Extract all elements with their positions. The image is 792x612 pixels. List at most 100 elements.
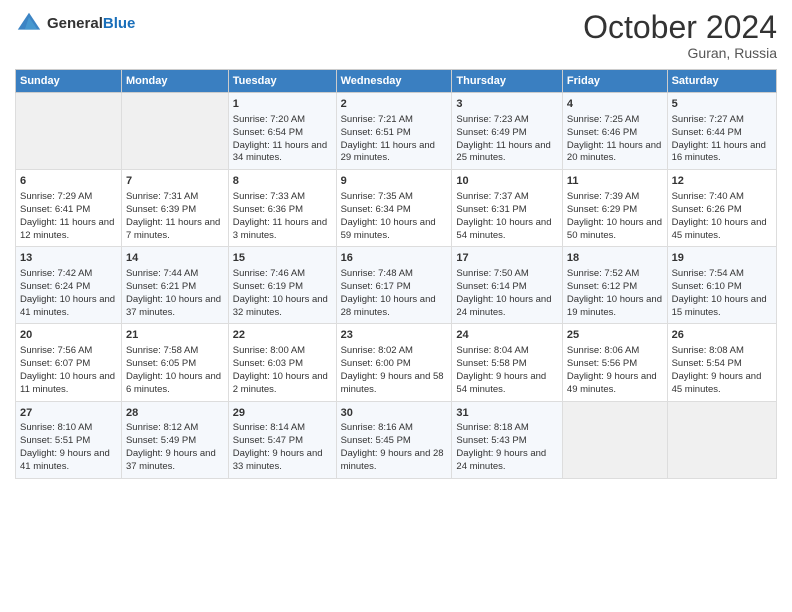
cell-text: Sunrise: 7:33 AM bbox=[233, 191, 332, 204]
cell-text: Sunset: 6:12 PM bbox=[567, 281, 663, 294]
cell-text: Sunset: 6:26 PM bbox=[672, 204, 772, 217]
cell-text: Daylight: 10 hours and 19 minutes. bbox=[567, 294, 663, 320]
day-number: 12 bbox=[672, 174, 772, 189]
day-number: 13 bbox=[20, 251, 117, 266]
day-number: 3 bbox=[456, 97, 558, 112]
day-number: 21 bbox=[126, 328, 224, 343]
cell-text: Sunset: 6:29 PM bbox=[567, 204, 663, 217]
cell-5-5: 31Sunrise: 8:18 AMSunset: 5:43 PMDayligh… bbox=[452, 401, 563, 478]
week-row-1: 1Sunrise: 7:20 AMSunset: 6:54 PMDaylight… bbox=[16, 93, 777, 170]
cell-text: Sunset: 6:19 PM bbox=[233, 281, 332, 294]
day-number: 19 bbox=[672, 251, 772, 266]
cell-text: Daylight: 9 hours and 49 minutes. bbox=[567, 371, 663, 397]
cell-text: Sunset: 5:49 PM bbox=[126, 435, 224, 448]
header-row: SundayMondayTuesdayWednesdayThursdayFrid… bbox=[16, 70, 777, 93]
cell-text: Daylight: 11 hours and 3 minutes. bbox=[233, 217, 332, 243]
cell-text: Daylight: 11 hours and 25 minutes. bbox=[456, 140, 558, 166]
cell-text: Daylight: 9 hours and 45 minutes. bbox=[672, 371, 772, 397]
cell-3-2: 14Sunrise: 7:44 AMSunset: 6:21 PMDayligh… bbox=[121, 247, 228, 324]
cell-text: Daylight: 11 hours and 29 minutes. bbox=[341, 140, 448, 166]
cell-text: Sunset: 6:51 PM bbox=[341, 127, 448, 140]
cell-2-4: 9Sunrise: 7:35 AMSunset: 6:34 PMDaylight… bbox=[336, 170, 452, 247]
cell-text: Sunrise: 7:27 AM bbox=[672, 114, 772, 127]
cell-text: Daylight: 10 hours and 32 minutes. bbox=[233, 294, 332, 320]
cell-5-2: 28Sunrise: 8:12 AMSunset: 5:49 PMDayligh… bbox=[121, 401, 228, 478]
day-number: 29 bbox=[233, 406, 332, 421]
cell-text: Daylight: 9 hours and 54 minutes. bbox=[456, 371, 558, 397]
cell-text: Sunset: 6:34 PM bbox=[341, 204, 448, 217]
cell-text: Sunset: 6:44 PM bbox=[672, 127, 772, 140]
title-area: October 2024 Guran, Russia bbox=[583, 10, 777, 61]
cell-text: Daylight: 9 hours and 41 minutes. bbox=[20, 448, 117, 474]
cell-text: Sunrise: 7:46 AM bbox=[233, 268, 332, 281]
cell-text: Sunrise: 7:54 AM bbox=[672, 268, 772, 281]
cell-3-6: 18 Sunrise: 7:52 AMSunset: 6:12 PMDayligh… bbox=[562, 247, 667, 324]
cell-text: Sunset: 6:41 PM bbox=[20, 204, 117, 217]
day-number: 26 bbox=[672, 328, 772, 343]
cell-1-4: 2Sunrise: 7:21 AMSunset: 6:51 PMDaylight… bbox=[336, 93, 452, 170]
cell-text: Sunrise: 8:10 AM bbox=[20, 422, 117, 435]
cell-text: Daylight: 10 hours and 28 minutes. bbox=[341, 294, 448, 320]
cell-text: Sunrise: 7:21 AM bbox=[341, 114, 448, 127]
cell-text: Sunset: 6:46 PM bbox=[567, 127, 663, 140]
day-number: 16 bbox=[341, 251, 448, 266]
cell-text: Sunrise: 7:31 AM bbox=[126, 191, 224, 204]
cell-text: Daylight: 10 hours and 11 minutes. bbox=[20, 371, 117, 397]
cell-text: Daylight: 10 hours and 6 minutes. bbox=[126, 371, 224, 397]
day-number: 27 bbox=[20, 406, 117, 421]
cell-text: Sunset: 6:49 PM bbox=[456, 127, 558, 140]
cell-text: Sunrise: 8:14 AM bbox=[233, 422, 332, 435]
cell-text: Sunrise: 7:35 AM bbox=[341, 191, 448, 204]
cell-text: Sunset: 6:03 PM bbox=[233, 358, 332, 371]
cell-text: Daylight: 10 hours and 24 minutes. bbox=[456, 294, 558, 320]
subtitle: Guran, Russia bbox=[583, 45, 777, 61]
cell-text: Sunrise: 7:44 AM bbox=[126, 268, 224, 281]
cell-5-7 bbox=[667, 401, 776, 478]
cell-4-3: 22Sunrise: 8:00 AMSunset: 6:03 PMDayligh… bbox=[228, 324, 336, 401]
cell-text: Daylight: 9 hours and 37 minutes. bbox=[126, 448, 224, 474]
cell-5-4: 30Sunrise: 8:16 AMSunset: 5:45 PMDayligh… bbox=[336, 401, 452, 478]
cell-text: Sunrise: 8:00 AM bbox=[233, 345, 332, 358]
cell-text: Sunrise: 7:52 AM bbox=[567, 268, 663, 281]
cell-4-7: 26Sunrise: 8:08 AMSunset: 5:54 PMDayligh… bbox=[667, 324, 776, 401]
cell-text: Sunrise: 7:40 AM bbox=[672, 191, 772, 204]
day-number: 31 bbox=[456, 406, 558, 421]
cell-text: Sunrise: 8:18 AM bbox=[456, 422, 558, 435]
cell-5-6 bbox=[562, 401, 667, 478]
cell-4-2: 21Sunrise: 7:58 AMSunset: 6:05 PMDayligh… bbox=[121, 324, 228, 401]
cell-1-5: 3Sunrise: 7:23 AMSunset: 6:49 PMDaylight… bbox=[452, 93, 563, 170]
cell-4-1: 20Sunrise: 7:56 AMSunset: 6:07 PMDayligh… bbox=[16, 324, 122, 401]
cell-2-1: 6Sunrise: 7:29 AMSunset: 6:41 PMDaylight… bbox=[16, 170, 122, 247]
day-header-friday: Friday bbox=[562, 70, 667, 93]
cell-3-4: 16Sunrise: 7:48 AMSunset: 6:17 PMDayligh… bbox=[336, 247, 452, 324]
day-number: 25 bbox=[567, 328, 663, 343]
cell-1-2 bbox=[121, 93, 228, 170]
calendar-table: SundayMondayTuesdayWednesdayThursdayFrid… bbox=[15, 69, 777, 478]
cell-text: Daylight: 9 hours and 33 minutes. bbox=[233, 448, 332, 474]
cell-text: Daylight: 11 hours and 12 minutes. bbox=[20, 217, 117, 243]
day-number: 14 bbox=[126, 251, 224, 266]
cell-text: Daylight: 9 hours and 28 minutes. bbox=[341, 448, 448, 474]
cell-text: Sunset: 6:39 PM bbox=[126, 204, 224, 217]
cell-text: Sunrise: 8:12 AM bbox=[126, 422, 224, 435]
cell-text: Sunrise: 7:29 AM bbox=[20, 191, 117, 204]
day-number: 18 bbox=[567, 251, 663, 266]
cell-text: Sunrise: 8:08 AM bbox=[672, 345, 772, 358]
day-number: 20 bbox=[20, 328, 117, 343]
logo-general: General bbox=[47, 15, 103, 32]
cell-2-5: 10Sunrise: 7:37 AMSunset: 6:31 PMDayligh… bbox=[452, 170, 563, 247]
day-number: 11 bbox=[567, 174, 663, 189]
day-number: 15 bbox=[233, 251, 332, 266]
cell-2-7: 12Sunrise: 7:40 AMSunset: 6:26 PMDayligh… bbox=[667, 170, 776, 247]
cell-text: Sunrise: 7:50 AM bbox=[456, 268, 558, 281]
week-row-2: 6Sunrise: 7:29 AMSunset: 6:41 PMDaylight… bbox=[16, 170, 777, 247]
cell-1-7: 5Sunrise: 7:27 AMSunset: 6:44 PMDaylight… bbox=[667, 93, 776, 170]
day-number: 24 bbox=[456, 328, 558, 343]
cell-text: Sunrise: 7:58 AM bbox=[126, 345, 224, 358]
cell-text: Daylight: 10 hours and 41 minutes. bbox=[20, 294, 117, 320]
cell-4-4: 23Sunrise: 8:02 AMSunset: 6:00 PMDayligh… bbox=[336, 324, 452, 401]
day-number: 4 bbox=[567, 97, 663, 112]
day-header-thursday: Thursday bbox=[452, 70, 563, 93]
cell-4-5: 24Sunrise: 8:04 AMSunset: 5:58 PMDayligh… bbox=[452, 324, 563, 401]
logo: GeneralBlue bbox=[15, 10, 135, 38]
